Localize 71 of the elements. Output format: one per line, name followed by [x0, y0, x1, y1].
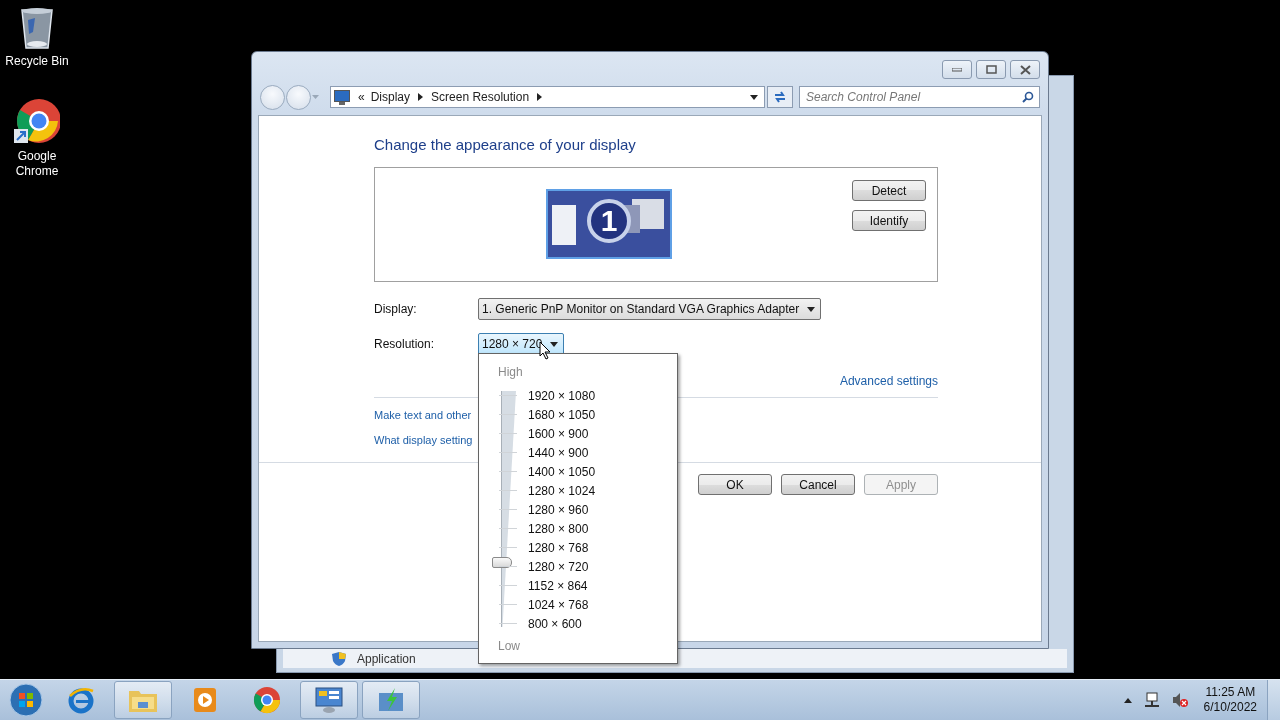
- play-icon[interactable]: [193, 687, 217, 713]
- resolution-option[interactable]: 1280 × 768: [528, 540, 589, 555]
- maximize-icon[interactable]: [985, 65, 997, 74]
- taskbar-button[interactable]: [362, 681, 420, 719]
- close-icon[interactable]: [1019, 64, 1031, 75]
- shield-icon: [331, 650, 347, 667]
- dialog-button[interactable]: OK: [698, 474, 772, 495]
- dialog-button[interactable]: Cancel: [781, 474, 855, 495]
- high-label: High: [498, 365, 523, 379]
- dropdown-icon[interactable]: [750, 94, 758, 100]
- resolution-option[interactable]: 1680 × 1050: [528, 407, 596, 422]
- taskbar-button[interactable]: [300, 681, 358, 719]
- show-hidden-icons-icon[interactable]: [1123, 697, 1132, 703]
- desktop-icon-label[interactable]: Recycle Bin: [1, 54, 73, 69]
- taskbar-button[interactable]: [114, 681, 172, 719]
- dropdown-icon[interactable]: [550, 341, 559, 347]
- back-button[interactable]: [260, 84, 285, 110]
- browser-e-icon[interactable]: [67, 686, 95, 714]
- field-label: Display:: [374, 302, 418, 316]
- resolution-option[interactable]: 1600 × 900: [528, 426, 589, 441]
- page-heading: Change the appearance of your display: [374, 136, 637, 154]
- search-icon[interactable]: [1022, 91, 1034, 103]
- resolution-option[interactable]: 1280 × 720: [528, 559, 589, 574]
- help-link[interactable]: What display setting: [374, 432, 473, 448]
- resolution-option[interactable]: 1440 × 900: [528, 445, 589, 460]
- overflow-glyph[interactable]: «: [358, 90, 365, 104]
- clock-time[interactable]: 11:25 AM: [1205, 685, 1256, 700]
- clock-date[interactable]: 6/10/2022: [1203, 700, 1257, 715]
- chevron-icon[interactable]: [418, 93, 424, 101]
- resolution-option[interactable]: 1400 × 1050: [528, 464, 596, 479]
- preview-button[interactable]: Detect: [852, 180, 926, 201]
- advanced-settings-link[interactable]: Advanced settings: [839, 373, 938, 389]
- address-bar[interactable]: « Display Screen Resolution: [330, 86, 765, 108]
- chrome-icon[interactable]: [14, 99, 60, 145]
- dropdown-icon[interactable]: [807, 306, 816, 312]
- help-link[interactable]: Make text and other: [374, 407, 472, 423]
- monitor-thumbnail[interactable]: 1: [546, 189, 672, 259]
- volume-muted-icon[interactable]: [1171, 692, 1188, 708]
- resolution-option[interactable]: 1280 × 960: [528, 502, 589, 517]
- minimize-button[interactable]: [942, 60, 972, 79]
- show-desktop-button[interactable]: [1267, 680, 1280, 720]
- lightning-icon[interactable]: [377, 687, 405, 713]
- search-field[interactable]: Search Control Panel: [799, 86, 1040, 108]
- recycle-bin-icon[interactable]: [19, 6, 55, 50]
- slider-thumb[interactable]: [492, 557, 512, 568]
- maximize-button[interactable]: [976, 60, 1006, 79]
- minimize-icon[interactable]: [952, 67, 962, 72]
- field-label: Resolution:: [374, 337, 436, 351]
- slider-track[interactable]: [492, 391, 515, 627]
- close-button[interactable]: [1010, 60, 1040, 79]
- resolution-option[interactable]: 1152 × 864: [528, 578, 588, 593]
- breadcrumb[interactable]: Display: [370, 90, 411, 104]
- low-label: Low: [498, 639, 520, 653]
- desktop-icon-label[interactable]: Google Chrome: [9, 149, 65, 179]
- refresh-icon[interactable]: [773, 90, 787, 104]
- display-dropdown[interactable]: 1. Generic PnP Monitor on Standard VGA Graphics Adapter: [478, 298, 822, 320]
- resolution-option[interactable]: 1024 × 768: [528, 597, 589, 612]
- monitor-icon: [334, 89, 350, 105]
- resolution-option[interactable]: 1280 × 800: [528, 521, 589, 536]
- resolution-option[interactable]: 1920 × 1080: [528, 388, 596, 403]
- refresh-button[interactable]: [767, 86, 793, 108]
- start-orb-icon[interactable]: [9, 683, 43, 717]
- forward-button[interactable]: [286, 84, 311, 110]
- network-icon[interactable]: [1143, 692, 1160, 708]
- chevron-icon[interactable]: [537, 93, 543, 101]
- preview-button[interactable]: Identify: [852, 210, 926, 231]
- breadcrumb[interactable]: Screen Resolution: [431, 90, 530, 104]
- resolution-option[interactable]: 800 × 600: [528, 616, 582, 631]
- control-panel-icon[interactable]: [314, 686, 344, 714]
- resolution-option[interactable]: 1280 × 1024: [528, 483, 596, 498]
- application-label: Application: [357, 651, 416, 666]
